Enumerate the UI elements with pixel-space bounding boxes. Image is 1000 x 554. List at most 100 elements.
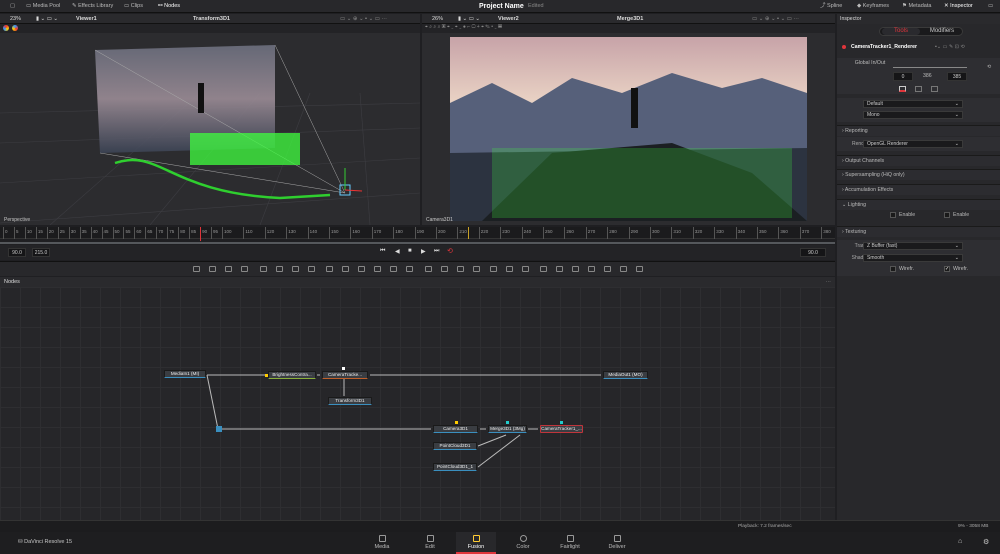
- tool-icon[interactable]: [209, 266, 216, 272]
- wireframe-antialias-checkbox[interactable]: ✓: [944, 266, 950, 272]
- tool-icon[interactable]: [342, 266, 349, 272]
- node-merge3d1[interactable]: Merge3D1 (3Mg): [488, 425, 527, 433]
- color-channel-icon[interactable]: [12, 25, 18, 31]
- tool-icon[interactable]: [556, 266, 563, 272]
- tool-icon[interactable]: [276, 266, 283, 272]
- tool-icon[interactable]: [636, 266, 643, 272]
- render-end-marker[interactable]: [468, 227, 470, 239]
- input-port[interactable]: [265, 374, 268, 377]
- section-accumulation[interactable]: › Accumulation Effects: [837, 184, 1000, 195]
- section-reporting[interactable]: › Reporting: [837, 125, 1000, 136]
- spline-button[interactable]: ⤴ Spline: [820, 0, 842, 13]
- stop-icon[interactable]: ■: [408, 248, 412, 254]
- tool-icon[interactable]: [540, 266, 547, 272]
- materials-tab-icon[interactable]: [915, 86, 922, 92]
- render-start-field[interactable]: 90.0: [8, 248, 26, 257]
- color-channel-icon[interactable]: [3, 25, 9, 31]
- node-pointcloud3d1-1[interactable]: PointCloud3D1_1: [433, 463, 477, 471]
- settings-gear-icon[interactable]: ⚙: [983, 538, 989, 546]
- tool-icon[interactable]: [225, 266, 232, 272]
- viewer1-zoom[interactable]: 23%: [10, 14, 21, 24]
- tool-icon[interactable]: [390, 266, 397, 272]
- viewer-tools-icon[interactable]: ⌖ ⌕ ⌕ ⌕ ▣ ⌖ ⌄ ⌖ ⌄ ● ⌐ ▢ + ⌖ ✎ • ⌄ ▤: [425, 24, 502, 30]
- clips-button[interactable]: ▭ Clips: [124, 0, 143, 13]
- tool-icon[interactable]: [604, 266, 611, 272]
- reset-icon[interactable]: ⟲: [987, 64, 991, 70]
- playhead[interactable]: [200, 227, 202, 241]
- tool-enable-dot[interactable]: [842, 45, 846, 49]
- global-in-field[interactable]: 0: [893, 72, 913, 81]
- page-fairlight[interactable]: Fairlight: [550, 532, 590, 554]
- tab-tools[interactable]: Tools: [882, 28, 920, 35]
- node-cameratracker1-renderer[interactable]: CameraTracker1_...: [540, 425, 583, 433]
- section-lighting[interactable]: ⌄ Lighting: [837, 199, 1000, 210]
- tool-icon[interactable]: [406, 266, 413, 272]
- pipe-router[interactable]: [216, 426, 222, 432]
- render-end-field[interactable]: 215.0: [32, 248, 50, 257]
- eye-dropdown[interactable]: Mono ⌄: [863, 111, 963, 119]
- node-camera3d1[interactable]: Camera3D1: [433, 425, 478, 433]
- tool-icon[interactable]: [241, 266, 248, 272]
- fullscreen-icon[interactable]: ▭: [988, 0, 993, 13]
- tool-icon[interactable]: [620, 266, 627, 272]
- node-cameratracker[interactable]: CameraTracke...: [322, 371, 368, 379]
- input-port[interactable]: [506, 421, 509, 424]
- viewer2-layout-icon[interactable]: ▮ ⌄ ▭ ⌄: [458, 14, 480, 24]
- tool-icon[interactable]: [260, 266, 267, 272]
- viewer2-image[interactable]: Camera3D1: [422, 33, 835, 225]
- tool-icon[interactable]: [588, 266, 595, 272]
- node-editor[interactable]: MediaIn1 (MI) BrightnessContra... Camera…: [0, 287, 835, 520]
- page-media[interactable]: Media: [362, 532, 402, 554]
- time-scrubber[interactable]: [0, 242, 835, 244]
- play-icon[interactable]: ▶: [421, 248, 426, 255]
- tool-icon[interactable]: [522, 266, 529, 272]
- camera-dropdown[interactable]: Default ⌄: [863, 100, 963, 108]
- media-pool-button[interactable]: ▭ Media Pool: [26, 0, 60, 13]
- go-to-end-icon[interactable]: ⏭: [434, 248, 439, 255]
- tool-icon[interactable]: [308, 266, 315, 272]
- workspace-icon[interactable]: ▢: [10, 0, 15, 13]
- tool-icon[interactable]: [425, 266, 432, 272]
- effects-library-button[interactable]: ✎ Effects Library: [72, 0, 113, 13]
- transparency-dropdown[interactable]: Z Buffer (fast) ⌄: [863, 242, 963, 250]
- tab-modifiers[interactable]: Modifiers: [922, 28, 962, 35]
- node-mediain1[interactable]: MediaIn1 (MI): [164, 370, 206, 378]
- more-options-icon[interactable]: ···: [826, 277, 832, 287]
- current-time-field[interactable]: 90.0: [800, 248, 826, 257]
- page-fusion[interactable]: Fusion: [456, 532, 496, 554]
- settings-tab-icon[interactable]: [931, 86, 938, 92]
- shadows-enable-checkbox[interactable]: [944, 212, 950, 218]
- wireframe-checkbox[interactable]: [890, 266, 896, 272]
- section-supersampling[interactable]: › Supersampling (HiQ only): [837, 169, 1000, 180]
- page-color[interactable]: Color: [503, 532, 543, 554]
- tool-icon[interactable]: [572, 266, 579, 272]
- viewer2-zoom[interactable]: 26%: [432, 14, 443, 24]
- viewer1-options-icon[interactable]: ▭ ⌄ ⊕ ⌄ ▪ ⌄ ▭ ···: [340, 14, 387, 24]
- tool-icon[interactable]: [193, 266, 200, 272]
- shading-dropdown[interactable]: Smooth ⌄: [863, 254, 963, 262]
- input-port[interactable]: [455, 421, 458, 424]
- viewer1-layout-icon[interactable]: ▮ ⌄ ▭ ⌄: [36, 14, 58, 24]
- tool-header-icons[interactable]: ▪⌄ ▭ ✎ ⊡ ⟲: [935, 42, 965, 52]
- input-port[interactable]: [560, 421, 563, 424]
- nodes-button[interactable]: ⚯ Nodes: [158, 0, 180, 13]
- inspector-button[interactable]: ✕ Inspector: [944, 0, 973, 13]
- lighting-enable-checkbox[interactable]: [890, 212, 896, 218]
- tool-icon[interactable]: [292, 266, 299, 272]
- viewer2-options-icon[interactable]: ▭ ⌄ ⊕ ⌄ ▪ ⌄ ▭ ···: [752, 14, 799, 24]
- tool-icon[interactable]: [441, 266, 448, 272]
- play-reverse-icon[interactable]: ◀: [395, 248, 400, 255]
- loop-icon[interactable]: ⟲: [447, 247, 453, 255]
- node-transform3d1[interactable]: Transform3D1: [328, 397, 372, 405]
- input-port[interactable]: [342, 367, 345, 370]
- global-out-field[interactable]: 385: [947, 72, 967, 81]
- section-output-channels[interactable]: › Output Channels: [837, 155, 1000, 166]
- home-icon[interactable]: ⌂: [958, 538, 962, 545]
- page-edit[interactable]: Edit: [410, 532, 450, 554]
- tool-icon[interactable]: [506, 266, 513, 272]
- tool-icon[interactable]: [374, 266, 381, 272]
- go-to-start-icon[interactable]: ⏮: [380, 248, 385, 255]
- node-mediaout1[interactable]: MediaOut1 (MO): [603, 371, 648, 379]
- renderer-type-dropdown[interactable]: OpenGL Renderer ⌄: [863, 140, 963, 148]
- metadata-button[interactable]: ⚑ Metadata: [902, 0, 931, 13]
